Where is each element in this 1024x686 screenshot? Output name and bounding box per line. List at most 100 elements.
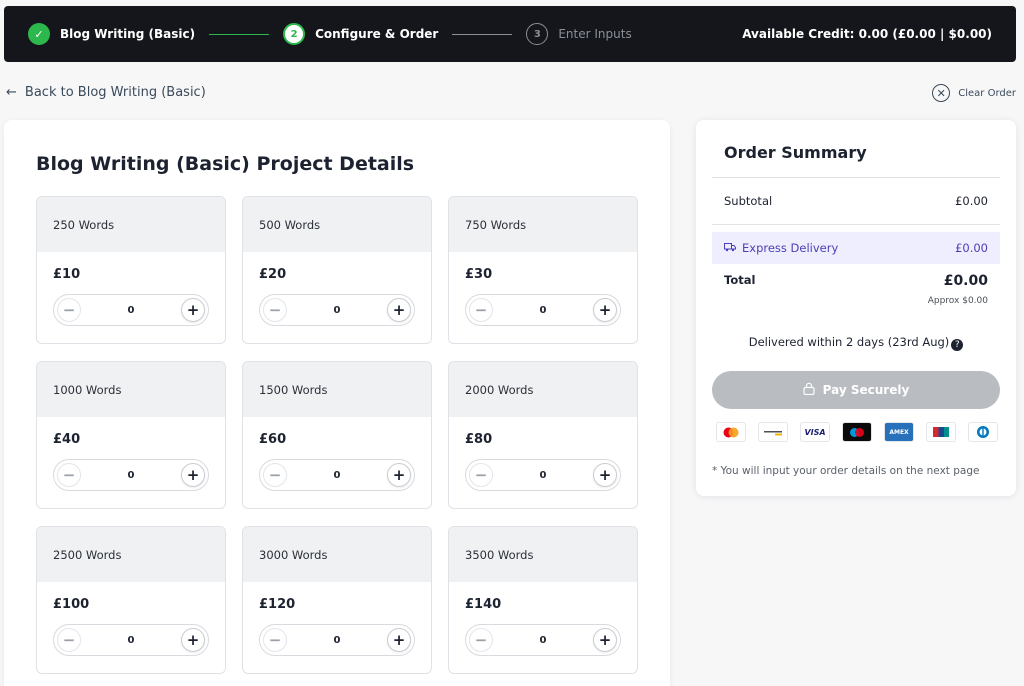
package-words: 1000 Words <box>37 362 225 417</box>
quantity-value[interactable]: 0 <box>334 635 341 646</box>
package-price: £10 <box>53 267 81 282</box>
package-card: 2000 Words £80 − 0 + <box>448 361 638 509</box>
unionpay-icon <box>926 422 956 442</box>
quantity-value[interactable]: 0 <box>334 470 341 481</box>
quantity-value[interactable]: 0 <box>334 305 341 316</box>
increment-button[interactable]: + <box>181 298 205 322</box>
decrement-button[interactable]: − <box>469 628 493 652</box>
close-circle-icon: ✕ <box>932 84 951 102</box>
step-2-number: 2 <box>283 23 306 45</box>
package-words: 2000 Words <box>449 362 637 417</box>
back-link-label: Back to Blog Writing (Basic) <box>24 85 206 100</box>
quantity-stepper: − 0 + <box>53 459 209 491</box>
package-price: £60 <box>259 432 287 447</box>
quantity-stepper: − 0 + <box>259 459 415 491</box>
package-words: 3500 Words <box>449 527 637 582</box>
quantity-stepper: − 0 + <box>53 294 209 326</box>
mastercard-icon <box>716 422 746 442</box>
quantity-value[interactable]: 0 <box>128 470 135 481</box>
package-price: £80 <box>465 432 493 447</box>
package-price: £40 <box>53 432 81 447</box>
diners-club-icon <box>968 422 998 442</box>
step-1-label: Blog Writing (Basic) <box>60 27 196 41</box>
step-2-label: Configure & Order <box>315 27 439 41</box>
quantity-value[interactable]: 0 <box>540 470 547 481</box>
step-connector <box>452 33 513 35</box>
clear-order-button[interactable]: ✕ Clear Order <box>932 84 1016 102</box>
increment-button[interactable]: + <box>181 463 205 487</box>
delivery-estimate: Delivered within 2 days (23rd Aug)? <box>696 335 1016 351</box>
step-1[interactable]: ✓ Blog Writing (Basic) <box>28 23 195 45</box>
express-delivery-label: Express Delivery <box>742 241 839 255</box>
quantity-stepper: − 0 + <box>465 459 621 491</box>
arrow-left-icon: ← <box>6 85 17 100</box>
quantity-stepper: − 0 + <box>465 294 621 326</box>
decrement-button[interactable]: − <box>263 298 287 322</box>
help-icon[interactable]: ? <box>951 339 964 351</box>
package-words: 500 Words <box>243 197 431 252</box>
back-link[interactable]: ← Back to Blog Writing (Basic) <box>6 85 206 100</box>
quantity-value[interactable]: 0 <box>540 635 547 646</box>
subtotal-label: Subtotal <box>724 194 773 208</box>
increment-button[interactable]: + <box>387 298 411 322</box>
step-3-label: Enter Inputs <box>558 27 632 41</box>
express-delivery-value: £0.00 <box>955 241 988 255</box>
decrement-button[interactable]: − <box>469 298 493 322</box>
progress-stepper: ✓ Blog Writing (Basic) 2 Configure & Ord… <box>4 6 1016 62</box>
increment-button[interactable]: + <box>387 463 411 487</box>
package-words: 250 Words <box>37 197 225 252</box>
total-value: £0.00 <box>943 273 988 289</box>
project-details-panel: Blog Writing (Basic) Project Details 250… <box>4 120 670 686</box>
decrement-button[interactable]: − <box>469 463 493 487</box>
step-2: 2 Configure & Order <box>283 23 438 45</box>
lock-icon <box>803 382 815 398</box>
package-words: 2500 Words <box>37 527 225 582</box>
delivery-estimate-text: Delivered within 2 days (23rd Aug) <box>748 335 950 349</box>
package-card: 3500 Words £140 − 0 + <box>448 526 638 674</box>
package-card: 500 Words £20 − 0 + <box>242 196 432 344</box>
increment-button[interactable]: + <box>593 628 617 652</box>
increment-button[interactable]: + <box>181 628 205 652</box>
increment-button[interactable]: + <box>593 463 617 487</box>
decrement-button[interactable]: − <box>57 298 81 322</box>
package-price: £100 <box>53 597 90 612</box>
package-words: 1500 Words <box>243 362 431 417</box>
divider <box>712 224 1000 225</box>
increment-button[interactable]: + <box>593 298 617 322</box>
quantity-value[interactable]: 0 <box>540 305 547 316</box>
package-card: 750 Words £30 − 0 + <box>448 196 638 344</box>
quantity-stepper: − 0 + <box>53 624 209 656</box>
decrement-button[interactable]: − <box>263 463 287 487</box>
step-3: 3 Enter Inputs <box>526 23 632 45</box>
order-summary-title: Order Summary <box>724 143 867 162</box>
quantity-value[interactable]: 0 <box>128 635 135 646</box>
truck-icon <box>724 241 736 255</box>
decrement-button[interactable]: − <box>263 628 287 652</box>
decrement-button[interactable]: − <box>57 628 81 652</box>
total-label: Total <box>724 273 756 287</box>
visa-icon: VISA <box>800 422 830 442</box>
available-credit: Available Credit: 0.00 (£0.00 | $0.00) <box>742 27 992 41</box>
quantity-stepper: − 0 + <box>259 624 415 656</box>
approx-total: Approx $0.00 <box>927 296 988 306</box>
package-price: £120 <box>259 597 296 612</box>
pay-securely-label: Pay Securely <box>822 383 910 397</box>
subtotal-value: £0.00 <box>955 194 988 208</box>
order-summary-panel: Order Summary Subtotal £0.00 Express Del… <box>696 120 1016 496</box>
package-card: 3000 Words £120 − 0 + <box>242 526 432 674</box>
maestro-icon <box>842 422 872 442</box>
decrement-button[interactable]: − <box>57 463 81 487</box>
step-connector <box>209 33 270 35</box>
quantity-stepper: − 0 + <box>465 624 621 656</box>
next-page-note: * You will input your order details on t… <box>712 465 980 477</box>
pay-securely-button[interactable]: Pay Securely <box>712 371 1000 409</box>
package-words: 750 Words <box>449 197 637 252</box>
package-price: £20 <box>259 267 287 282</box>
quantity-value[interactable]: 0 <box>128 305 135 316</box>
package-words: 3000 Words <box>243 527 431 582</box>
check-icon: ✓ <box>28 23 50 45</box>
express-delivery-row[interactable]: Express Delivery £0.00 <box>712 232 1000 264</box>
increment-button[interactable]: + <box>387 628 411 652</box>
divider <box>712 177 1000 178</box>
clear-order-label: Clear Order <box>958 87 1016 99</box>
